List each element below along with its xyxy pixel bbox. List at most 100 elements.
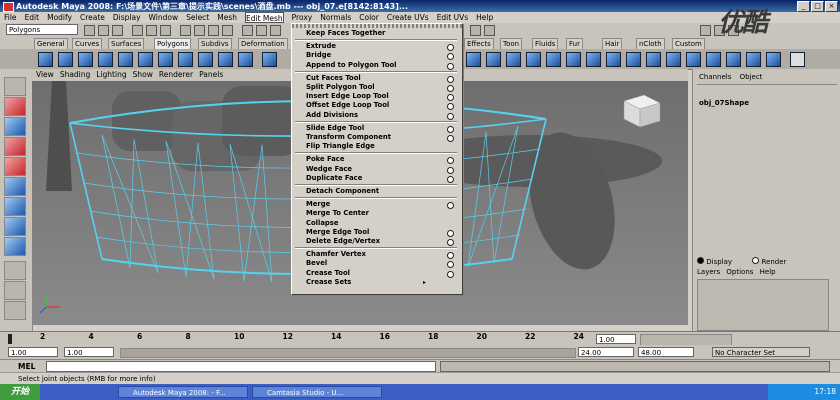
poly-cube-icon[interactable] (58, 52, 73, 67)
menu-item-offset-edge-loop-tool[interactable]: Offset Edge Loop Tool (306, 101, 389, 109)
bridge-option-box-icon[interactable] (447, 53, 454, 61)
menu-file[interactable]: File (4, 12, 17, 23)
range-slider[interactable] (120, 348, 576, 358)
menu-item-duplicate-face[interactable]: Duplicate Face (306, 174, 362, 182)
extrude-option-box-icon[interactable] (447, 44, 454, 52)
menu-item-keep-faces-together[interactable]: Keep Faces Together (306, 29, 385, 37)
new-scene-icon[interactable] (84, 25, 95, 36)
poly-plane-icon[interactable] (118, 52, 133, 67)
close-button[interactable]: × (825, 1, 838, 12)
add-divisions-option-box-icon[interactable] (447, 112, 454, 120)
panel-menu-show[interactable]: Show (133, 69, 153, 81)
history-icon[interactable] (242, 25, 253, 36)
poly-cone-icon[interactable] (98, 52, 113, 67)
selected-object-name[interactable]: obj_07Shape (697, 99, 837, 109)
menu-item-transform-component[interactable]: Transform Component (306, 133, 391, 141)
merge-edge-tool-option-box-icon[interactable] (447, 229, 454, 237)
menu-create[interactable]: Create (80, 12, 105, 23)
hypershade-icon[interactable] (484, 25, 495, 36)
snap-point-icon[interactable] (208, 25, 219, 36)
menu-item-add-divisions[interactable]: Add Divisions (306, 111, 358, 119)
menu-proxy[interactable]: Proxy (292, 12, 313, 23)
object-menu[interactable]: Object (740, 73, 763, 81)
menu-help[interactable]: Help (476, 12, 493, 23)
render-icon[interactable] (256, 25, 267, 36)
menu-item-extrude[interactable]: Extrude (306, 42, 336, 50)
menu-select[interactable]: Select (186, 12, 209, 23)
poly-cylinder-icon[interactable] (78, 52, 93, 67)
current-time-marker[interactable] (8, 334, 12, 344)
playback-start-field[interactable]: 1.00 (64, 347, 114, 357)
panel-menu-view[interactable]: View (36, 69, 54, 81)
automatic-mapping-icon[interactable] (666, 52, 681, 67)
crease-tool-option-box-icon[interactable] (447, 270, 454, 278)
task-maya[interactable]: Autodesk Maya 2008: - F... (118, 386, 248, 398)
display-radio-icon[interactable] (697, 257, 704, 264)
menu-create-uvs[interactable]: Create UVs (387, 12, 429, 23)
current-frame-field[interactable]: 1.00 (596, 334, 636, 344)
bevel-option-box-icon[interactable] (447, 261, 454, 269)
layout-uv-icon[interactable] (706, 52, 721, 67)
menu-item-crease-tool[interactable]: Crease Tool (306, 269, 350, 277)
maximize-button[interactable]: □ (811, 1, 824, 12)
merge-option-box-icon[interactable] (447, 202, 454, 210)
layer-list[interactable] (697, 279, 829, 331)
universal-manipulator-icon[interactable] (4, 197, 26, 216)
combine-icon[interactable] (262, 52, 277, 67)
channels-menu[interactable]: Channels (699, 73, 731, 81)
open-scene-icon[interactable] (98, 25, 109, 36)
playback-end-field[interactable]: 24.00 (578, 347, 634, 357)
menu-mesh[interactable]: Mesh (217, 12, 237, 23)
extrude-face-icon[interactable] (466, 52, 481, 67)
menu-edit[interactable]: Edit (25, 12, 40, 23)
time-slider[interactable]: 2 4 6 8 10 12 14 16 18 20 22 24 1.00 (0, 331, 840, 346)
poly-helix-icon[interactable] (218, 52, 233, 67)
menu-edit-uvs[interactable]: Edit UVs (437, 12, 468, 23)
wedge-face-option-box-icon[interactable] (447, 166, 454, 174)
character-set-dropdown[interactable]: No Character Set (712, 347, 810, 357)
boolean-difference-icon[interactable] (566, 52, 581, 67)
poke-face-option-box-icon[interactable] (447, 157, 454, 165)
menu-color[interactable]: Color (359, 12, 379, 23)
chamfer-vertex-option-box-icon[interactable] (447, 252, 454, 260)
layers-menu[interactable]: Layers (697, 268, 720, 276)
panel-menu-lighting[interactable]: Lighting (96, 69, 126, 81)
menu-item-wedge-face[interactable]: Wedge Face (306, 165, 352, 173)
menu-item-chamfer-vertex[interactable]: Chamfer Vertex (306, 250, 366, 258)
menu-item-insert-edge-loop-tool[interactable]: Insert Edge Loop Tool (306, 92, 389, 100)
delete-edge-vertex-option-box-icon[interactable] (447, 239, 454, 246)
spherical-mapping-icon[interactable] (626, 52, 641, 67)
show-attribute-editor-icon[interactable] (700, 25, 711, 36)
paint-select-tool-icon[interactable] (4, 117, 26, 136)
poly-pyramid-icon[interactable] (178, 52, 193, 67)
scale-tool-icon[interactable] (4, 177, 26, 196)
layer-tab-render[interactable]: Render (762, 258, 787, 266)
rotate-tool-icon[interactable] (4, 157, 26, 176)
boolean-union-icon[interactable] (546, 52, 561, 67)
slide-edge-tool-option-box-icon[interactable] (447, 125, 454, 133)
transform-component-option-box-icon[interactable] (447, 135, 454, 142)
insert-edge-loop-tool-option-box-icon[interactable] (447, 94, 454, 102)
move-tool-icon[interactable] (4, 137, 26, 156)
menu-item-merge-to-center[interactable]: Merge To Center (306, 209, 369, 217)
snap-grid-icon[interactable] (180, 25, 191, 36)
minimize-button[interactable]: _ (797, 1, 810, 12)
poly-soccer-ball-icon[interactable] (238, 52, 253, 67)
poly-torus-icon[interactable] (138, 52, 153, 67)
animation-start-field[interactable]: 1.00 (8, 347, 58, 357)
lasso-tool-icon[interactable] (4, 97, 26, 116)
menu-item-bevel[interactable]: Bevel (306, 259, 327, 267)
poly-prism-icon[interactable] (158, 52, 173, 67)
menu-item-flip-triangle-edge[interactable]: Flip Triangle Edge (306, 142, 375, 150)
select-by-object-icon[interactable] (146, 25, 157, 36)
planar-mapping-icon[interactable] (586, 52, 601, 67)
ipr-render-icon[interactable] (270, 25, 281, 36)
menu-display[interactable]: Display (113, 12, 141, 23)
menu-item-detach-component[interactable]: Detach Component (306, 187, 379, 195)
four-view-layout-icon[interactable] (4, 281, 26, 300)
duplicate-face-option-box-icon[interactable] (447, 175, 454, 183)
render-settings-icon[interactable] (470, 25, 481, 36)
soft-modification-icon[interactable] (4, 217, 26, 236)
smooth-icon[interactable] (506, 52, 521, 67)
split-polygon-tool-option-box-icon[interactable] (447, 85, 454, 92)
